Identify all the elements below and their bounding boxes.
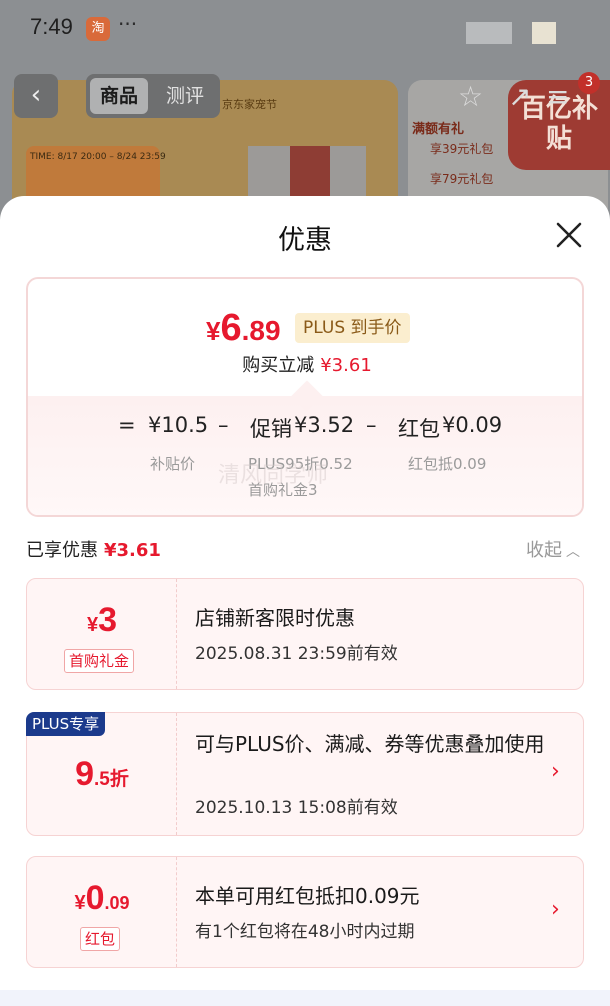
coupon-expiry: 2025.10.13 15:08前有效	[195, 798, 398, 818]
coupon-title: 店铺新客限时优惠	[195, 606, 355, 630]
discount-sheet: 优惠 ¥6.89 PLUS 到手价 购买立减 ¥3.61 = ¥10.5 – 促销…	[0, 196, 610, 1006]
final-price: ¥6.89	[206, 307, 281, 349]
watermark: 清风同学师	[218, 463, 329, 488]
coupon-card-plus[interactable]: PLUS专享 9.5折 可与PLUS价、满减、券等优惠叠加使用 2025.10.…	[26, 712, 584, 836]
plus-exclusive-ribbon: PLUS专享	[26, 712, 106, 736]
chevron-up-icon: ︿	[566, 544, 580, 560]
status-bar: 7:49 淘 ···	[0, 0, 610, 60]
side-card-line: 享39元礼包	[430, 142, 494, 156]
star-icon[interactable]: ☆	[458, 80, 483, 113]
collapse-label: 收起	[526, 540, 562, 561]
chevron-right-icon[interactable]: ›	[551, 897, 560, 922]
redpacket-caption: 红包抵0.09	[408, 455, 487, 473]
back-button[interactable]: ‹	[14, 74, 58, 118]
battery-icon	[532, 22, 556, 44]
enjoyed-discount: 已享优惠 ¥3.61	[26, 536, 161, 562]
menu-icon[interactable]: ≡	[546, 80, 569, 113]
promo-label: 促销	[250, 417, 292, 441]
coupon-title: 本单可用红包抵扣0.09元	[195, 884, 420, 908]
plus-price-tag: PLUS 到手价	[295, 313, 410, 343]
enjoyed-amount: ¥3.61	[104, 540, 161, 561]
promo-time: TIME: 8/17 20:00 – 8/24 23:59	[30, 152, 166, 162]
taobao-app-icon: 淘	[86, 17, 110, 41]
enjoyed-label: 已享优惠	[26, 540, 98, 561]
price-summary-card: ¥6.89 PLUS 到手价 购买立减 ¥3.61 = ¥10.5 – 促销 ¥3…	[26, 277, 584, 517]
coupon-title: 可与PLUS价、满减、券等优惠叠加使用	[195, 732, 545, 756]
promo-amount: ¥3.52	[294, 413, 355, 437]
side-card-line: 享79元礼包	[430, 172, 494, 186]
tab-goods[interactable]: 商品	[90, 78, 148, 114]
tab-review[interactable]: 测评	[152, 78, 218, 114]
coupon-expiry: 有1个红包将在48小时内过期	[195, 922, 415, 942]
coupon-tag: 红包	[80, 927, 121, 951]
share-icon[interactable]: ↗	[508, 80, 531, 113]
buy-reduce-label: 购买立减	[242, 355, 315, 376]
status-time: 7:49	[30, 14, 73, 39]
sheet-title: 优惠	[278, 225, 332, 256]
chevron-right-icon[interactable]: ›	[551, 759, 560, 784]
equals-sign: =	[118, 413, 136, 437]
redpacket-label: 红包	[398, 417, 440, 441]
redpacket-amount: ¥0.09	[442, 413, 503, 437]
status-more-icon: ···	[118, 12, 138, 36]
minus-sign: –	[366, 413, 377, 437]
collapse-button[interactable]: 收起 ︿	[526, 536, 580, 562]
coupon-amount: 9.5折	[75, 755, 129, 793]
coupon-card-redpacket[interactable]: ¥0.09 红包 本单可用红包抵扣0.09元 有1个红包将在48小时内过期 ›	[26, 856, 584, 968]
buy-reduce-line: 购买立减 ¥3.61	[28, 351, 582, 377]
notification-badge: 3	[578, 72, 600, 94]
base-price-caption: 补贴价	[150, 455, 196, 473]
buy-reduce-amount: ¥3.61	[320, 355, 372, 376]
coupon-tag: 首购礼金	[64, 649, 135, 673]
coupon-amount: ¥3	[86, 601, 118, 639]
signal-icon	[466, 22, 512, 44]
coupon-expiry: 2025.08.31 23:59前有效	[195, 644, 398, 664]
minus-sign: –	[218, 413, 229, 437]
close-icon[interactable]	[552, 218, 586, 252]
promo-festival-label: 京东家宠节	[222, 98, 277, 111]
side-card-title: 满额有礼	[412, 122, 465, 137]
base-price: ¥10.5	[148, 413, 209, 437]
bottom-strip	[0, 990, 610, 1006]
coupon-amount: ¥0.09	[74, 879, 130, 917]
price-formula: = ¥10.5 – 促销 ¥3.52 – 红包 ¥0.09	[28, 413, 582, 443]
coupon-card-new-customer[interactable]: ¥3 首购礼金 店铺新客限时优惠 2025.08.31 23:59前有效	[26, 578, 584, 690]
